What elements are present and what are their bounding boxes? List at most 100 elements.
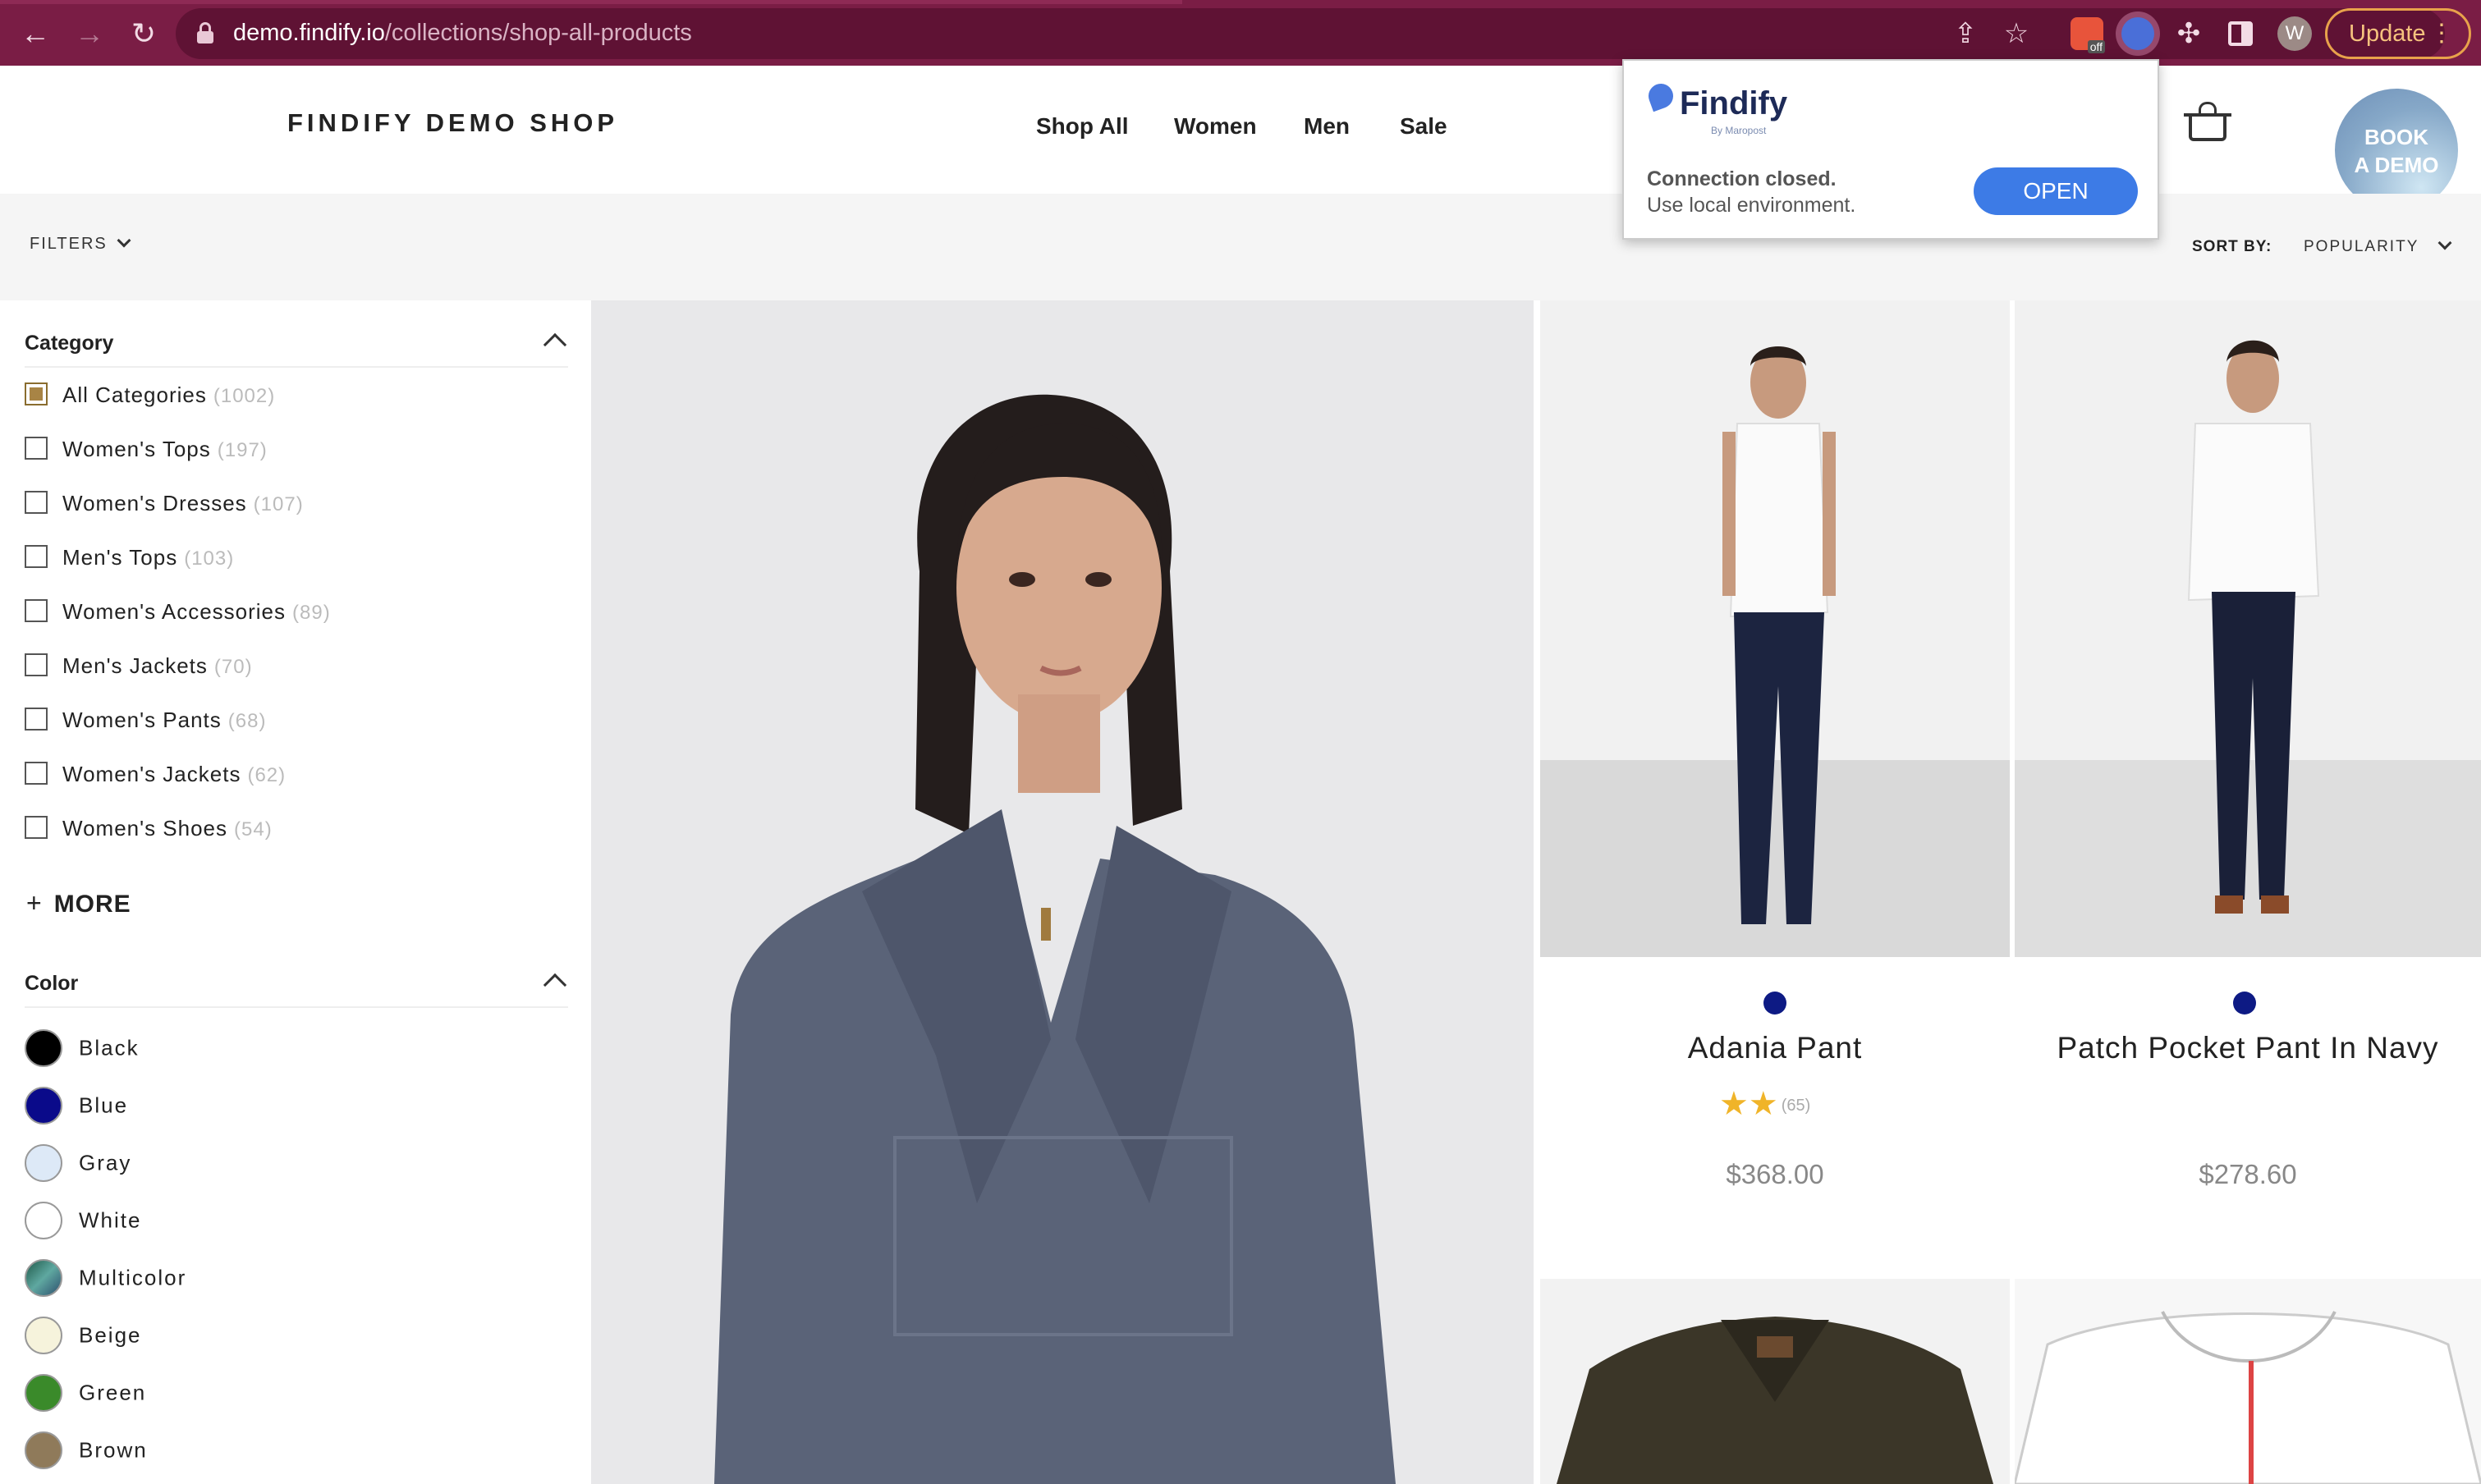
checkbox[interactable] [25, 545, 48, 569]
divider [25, 366, 568, 368]
color-swatch[interactable] [25, 1431, 62, 1469]
checkbox[interactable] [25, 762, 48, 786]
nav-men[interactable]: Men [1304, 113, 1350, 140]
category-option[interactable]: All Categories (1002) [25, 382, 275, 415]
color-label: Multicolor [79, 1265, 187, 1290]
color-option[interactable]: Black [25, 1029, 140, 1067]
category-option[interactable]: Women's Dresses (107) [25, 491, 304, 524]
product-price: $278.60 [2199, 1159, 2297, 1189]
product-image[interactable] [2015, 300, 2481, 957]
nav-women[interactable]: Women [1174, 113, 1257, 140]
color-label: Black [79, 1035, 140, 1060]
color-swatch[interactable] [25, 1202, 62, 1239]
update-button[interactable]: Update ⋮ [2325, 8, 2471, 59]
product-title[interactable]: Patch Pocket Pant In Navy [2015, 1031, 2481, 1065]
star-icon: ★ [1719, 1086, 1749, 1122]
color-swatch[interactable] [25, 1087, 62, 1124]
connection-hint: Use local environment. [1647, 194, 1856, 217]
back-icon[interactable]: ← [16, 15, 54, 53]
puzzle-icon[interactable]: ✣ [2172, 17, 2205, 50]
category-label: Women's Jackets [62, 762, 241, 786]
share-icon[interactable]: ⇪ [1949, 17, 1982, 50]
extension-off-badge: off [2087, 40, 2105, 53]
chevron-up-icon[interactable] [543, 973, 567, 997]
category-option[interactable]: Women's Jackets (62) [25, 762, 286, 795]
category-facet-title[interactable]: Category [25, 332, 113, 355]
category-label: Women's Tops [62, 437, 211, 461]
model-illustration [591, 300, 1534, 1484]
checkbox[interactable] [25, 599, 48, 623]
color-label: Blue [79, 1092, 129, 1118]
color-option[interactable]: Multicolor [25, 1259, 186, 1297]
findify-brand: Findify [1680, 85, 1788, 121]
filters-toggle[interactable]: FILTERS [30, 233, 131, 254]
color-swatch[interactable] [25, 1374, 62, 1412]
book-demo-line2: A DEMO [2354, 153, 2439, 177]
sort-dropdown[interactable]: POPULARITY [2304, 236, 2452, 256]
open-button[interactable]: OPEN [1974, 167, 2138, 215]
color-option[interactable]: Blue [25, 1087, 128, 1124]
color-facet-title[interactable]: Color [25, 972, 78, 996]
checkbox[interactable] [25, 491, 48, 515]
color-option[interactable]: Brown [25, 1431, 148, 1469]
color-option[interactable]: Beige [25, 1317, 142, 1354]
kebab-menu-icon[interactable]: ⋮ [2429, 11, 2454, 57]
sort-label: SORT BY: [2192, 238, 2272, 255]
color-swatch[interactable] [25, 1259, 62, 1297]
reload-icon[interactable]: ↻ [125, 15, 163, 53]
shop-logo[interactable]: FINDIFY DEMO SHOP [287, 108, 618, 138]
color-option[interactable]: White [25, 1202, 141, 1239]
more-categories-button[interactable]: + MORE [26, 888, 131, 918]
divider [25, 1006, 568, 1008]
category-option[interactable]: Women's Tops (197) [25, 437, 268, 469]
category-count: (107) [253, 493, 304, 515]
color-swatch[interactable] [25, 1317, 62, 1354]
product-image[interactable] [1540, 1279, 2010, 1484]
product-rating: ★★ (65) [1719, 1085, 1810, 1123]
side-panel-icon[interactable] [2228, 21, 2253, 46]
checkbox[interactable] [25, 816, 48, 840]
category-option[interactable]: Men's Tops (103) [25, 545, 234, 578]
variant-swatch[interactable] [1763, 992, 1786, 1015]
product-title[interactable]: Adania Pant [1540, 1031, 2010, 1065]
color-swatch[interactable] [25, 1144, 62, 1182]
star-icon[interactable]: ☆ [2000, 17, 2033, 50]
lock-icon[interactable] [197, 22, 213, 44]
category-option[interactable]: Women's Pants (68) [25, 708, 266, 740]
extension-off-icon[interactable]: off [2071, 17, 2105, 53]
category-option[interactable]: Men's Jackets (70) [25, 653, 253, 686]
findify-logo-icon [1649, 84, 1675, 117]
checkbox[interactable] [25, 653, 48, 677]
color-option[interactable]: Green [25, 1374, 146, 1412]
filters-label: FILTERS [30, 235, 108, 253]
product-image[interactable] [2015, 1279, 2481, 1484]
checkbox[interactable] [25, 437, 48, 460]
color-option[interactable]: Gray [25, 1144, 131, 1182]
shirt-illustration [2015, 1279, 2481, 1484]
featured-product-image[interactable] [591, 300, 1534, 1484]
category-count: (70) [213, 656, 253, 678]
url-text[interactable]: demo.findify.io/collections/shop-all-pro… [233, 20, 692, 47]
category-count: (62) [247, 764, 287, 786]
nav-shop-all[interactable]: Shop All [1036, 113, 1129, 140]
category-count: (54) [234, 818, 273, 840]
forward-icon[interactable]: → [71, 15, 108, 53]
category-option[interactable]: Women's Shoes (54) [25, 816, 273, 849]
variant-swatch[interactable] [2233, 992, 2256, 1015]
category-label: All Categories [62, 382, 207, 407]
checkbox-checked[interactable] [25, 382, 48, 406]
profile-avatar[interactable]: W [2277, 16, 2312, 51]
update-label: Update [2349, 21, 2426, 47]
more-label: MORE [53, 891, 131, 918]
model-illustration [2015, 300, 2481, 957]
checkbox[interactable] [25, 708, 48, 731]
color-swatch[interactable] [25, 1029, 62, 1067]
chevron-up-icon[interactable] [543, 332, 567, 357]
nav-sale[interactable]: Sale [1400, 113, 1447, 140]
product-image[interactable] [1540, 300, 2010, 957]
findify-extension-icon[interactable] [2121, 17, 2154, 50]
product-card[interactable]: Patch Pocket Pant In Navy $278.60 [2015, 300, 2481, 1277]
product-card[interactable]: Adania Pant ★★ (65) $368.00 [1540, 300, 2010, 1277]
cart-icon[interactable] [2184, 102, 2231, 141]
category-option[interactable]: Women's Accessories (89) [25, 599, 331, 632]
